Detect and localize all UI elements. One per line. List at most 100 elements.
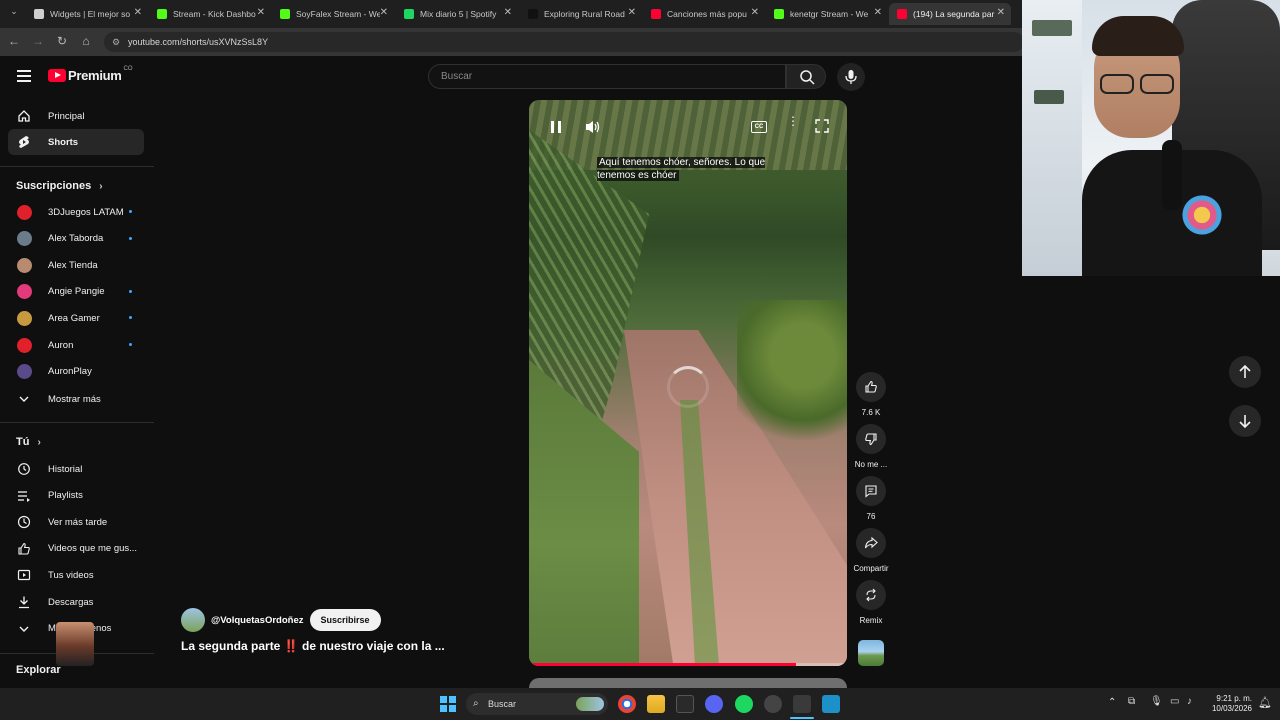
- more-options-icon[interactable]: ⋮: [787, 115, 799, 127]
- app-icon[interactable]: [822, 695, 840, 713]
- taskbar-search[interactable]: ⌕ Buscar: [466, 693, 608, 715]
- url-input[interactable]: ⚙ youtube.com/shorts/usXVNzSsL8Y: [104, 32, 1024, 52]
- sidebar-item-playlist[interactable]: Playlists: [8, 483, 144, 509]
- close-tab-icon[interactable]: ✕: [380, 7, 388, 18]
- like-button[interactable]: 7.6 K: [851, 372, 891, 417]
- subscription-item[interactable]: AuronPlay: [8, 359, 144, 385]
- voice-search-button[interactable]: [837, 63, 865, 91]
- share-label: Compartir: [853, 564, 889, 573]
- home-browser-icon[interactable]: ⌂: [78, 34, 94, 48]
- you-heading[interactable]: Tú ›: [16, 436, 41, 448]
- close-tab-icon[interactable]: ✕: [504, 7, 512, 18]
- network-icon[interactable]: ▭: [1170, 696, 1179, 707]
- sidebar-item-watch-later[interactable]: Ver más tarde: [8, 509, 144, 535]
- tab-title: Canciones más popu: [667, 9, 747, 19]
- tray-overflow-icon[interactable]: ⌃: [1108, 697, 1116, 708]
- subscribe-button[interactable]: Suscribirse: [309, 609, 381, 631]
- notifications-icon[interactable]: 🔔︎: [1258, 696, 1272, 709]
- divider: [0, 422, 154, 423]
- app-icon[interactable]: [764, 695, 782, 713]
- discord-icon[interactable]: [705, 695, 723, 713]
- reload-icon[interactable]: ↻: [54, 34, 70, 48]
- close-tab-icon[interactable]: ✕: [997, 7, 1005, 18]
- close-tab-icon[interactable]: ✕: [874, 7, 882, 18]
- sidebar-item-download[interactable]: Descargas: [8, 589, 144, 615]
- sidebar-item-your-videos[interactable]: Tus videos: [8, 562, 144, 588]
- fullscreen-icon[interactable]: [815, 119, 829, 138]
- channel-avatar-image: [16, 257, 32, 273]
- tray-app-icon[interactable]: ⧉: [1128, 696, 1135, 707]
- store-icon[interactable]: [676, 695, 694, 713]
- tab-search-icon[interactable]: ⌄: [6, 6, 22, 17]
- subscription-item[interactable]: 3DJuegos LATAM: [8, 199, 144, 225]
- shorts-video-player[interactable]: CC ⋮ Aquí tenemos chóer, señores. Lo que…: [529, 100, 847, 666]
- video-progress-bar[interactable]: [529, 663, 847, 666]
- site-info-icon[interactable]: ⚙: [112, 32, 120, 52]
- search-input[interactable]: Buscar: [428, 64, 786, 89]
- windows-start-icon[interactable]: [440, 696, 456, 712]
- obs-icon[interactable]: [793, 695, 811, 713]
- subscription-item[interactable]: Auron: [8, 332, 144, 358]
- previous-short-button[interactable]: [1229, 356, 1261, 388]
- search-button[interactable]: [786, 64, 826, 89]
- browser-tab[interactable]: Stream - Kick Dashbo ✕: [149, 3, 271, 25]
- sidebar-item-principal[interactable]: Principal: [8, 103, 144, 129]
- volume-icon[interactable]: [584, 119, 602, 140]
- subscription-label: AuronPlay: [48, 366, 92, 378]
- subscription-item[interactable]: Angie Pangie: [8, 279, 144, 305]
- pause-icon[interactable]: [549, 120, 563, 134]
- tab-favicon-icon: [280, 9, 290, 19]
- channel-avatar: [16, 284, 32, 300]
- browser-tab[interactable]: Widgets | El mejor so ✕: [26, 3, 148, 25]
- chrome-icon[interactable]: [618, 695, 636, 713]
- back-icon[interactable]: ←: [6, 34, 22, 48]
- microphone-tray-icon[interactable]: 🎙︎: [1150, 696, 1163, 707]
- spotify-icon[interactable]: [735, 695, 753, 713]
- remix-button[interactable]: Remix: [851, 580, 891, 625]
- comments-button[interactable]: 76: [851, 476, 891, 521]
- close-tab-icon[interactable]: ✕: [134, 7, 142, 18]
- sidebar-item-shorts[interactable]: Shorts: [8, 129, 144, 155]
- browser-tab[interactable]: Exploring Rural Road ✕: [520, 3, 642, 25]
- sidebar-item-history[interactable]: Historial: [8, 456, 144, 482]
- browser-tab[interactable]: Canciones más popu ✕: [643, 3, 765, 25]
- subscription-item[interactable]: Alex Taborda: [8, 226, 144, 252]
- close-tab-icon[interactable]: ✕: [257, 7, 265, 18]
- subscriptions-heading[interactable]: Suscripciones ›: [16, 180, 103, 192]
- channel-name[interactable]: @VolquetasOrdoñez: [211, 615, 304, 626]
- browser-tab[interactable]: Mix diario 5 | Spotify ✕: [396, 3, 518, 25]
- channel-avatar[interactable]: [181, 608, 205, 632]
- share-button[interactable]: Compartir: [851, 528, 891, 573]
- sound-thumbnail[interactable]: [858, 640, 884, 666]
- browser-tab[interactable]: SoyFalex Stream - We ✕: [272, 3, 394, 25]
- browser-tab[interactable]: (194) La segunda par ✕: [889, 3, 1011, 25]
- clock-time: 9:21 p. m.: [1216, 694, 1252, 703]
- sidebar-item-like[interactable]: Videos que me gus...: [8, 536, 144, 562]
- sidebar-item-label: Historial: [48, 463, 83, 475]
- channel-avatar: [16, 310, 32, 326]
- next-short-button[interactable]: [1229, 405, 1261, 437]
- clock[interactable]: 9:21 p. m. 10/03/2026: [1204, 694, 1252, 714]
- url-text: youtube.com/shorts/usXVNzSsL8Y: [128, 37, 269, 47]
- tab-title: (194) La segunda par: [913, 9, 995, 19]
- close-tab-icon[interactable]: ✕: [628, 7, 636, 18]
- captions-icon[interactable]: CC: [751, 121, 767, 133]
- video-frame-bush: [737, 300, 847, 440]
- your-videos-icon: [16, 567, 32, 583]
- browser-tab[interactable]: kenetgr Stream - We ✕: [766, 3, 888, 25]
- thumbs-up-icon: [865, 380, 877, 393]
- subscription-item[interactable]: Area Gamer: [8, 305, 144, 331]
- show-more-button[interactable]: Mostrar más: [8, 386, 144, 412]
- file-explorer-icon[interactable]: [647, 695, 665, 713]
- webcam-glasses: [1140, 74, 1174, 94]
- new-content-dot: [129, 316, 132, 320]
- close-tab-icon[interactable]: ✕: [751, 7, 759, 18]
- next-short-preview[interactable]: [529, 678, 847, 688]
- video-title[interactable]: La segunda parte ‼️ de nuestro viaje con…: [181, 639, 445, 653]
- search-highlight-icon: [576, 697, 604, 711]
- sidebar-item-label: Tus videos: [48, 569, 94, 581]
- volume-tray-icon[interactable]: ♪: [1187, 696, 1192, 707]
- forward-icon[interactable]: →: [30, 34, 46, 48]
- dislike-button[interactable]: No me ...: [851, 424, 891, 469]
- subscription-item[interactable]: Alex Tienda: [8, 252, 144, 278]
